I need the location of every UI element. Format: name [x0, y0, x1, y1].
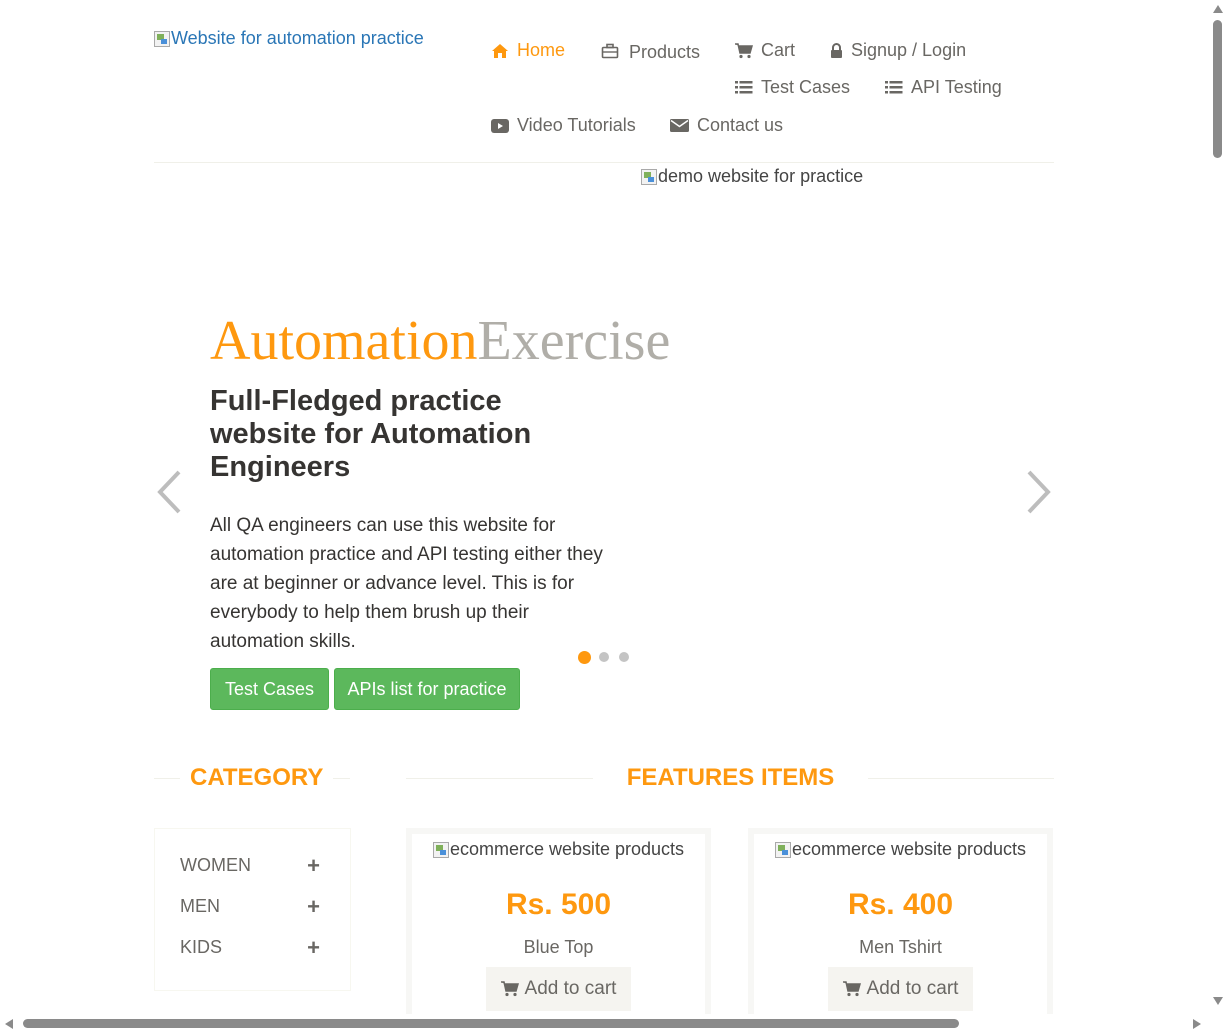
product-card: ecommerce website products Rs. 500 Blue … — [406, 828, 711, 1028]
briefcase-icon — [601, 43, 619, 58]
scroll-down-arrow-icon[interactable] — [1212, 996, 1224, 1006]
nav-cart[interactable]: Cart — [735, 40, 795, 61]
nav-video-tutorials[interactable]: Video Tutorials — [491, 115, 636, 136]
category-panel: WOMEN + MEN + KIDS + — [154, 828, 351, 991]
chevron-left-icon — [157, 470, 181, 514]
list-icon — [735, 81, 753, 94]
nav-test-cases-label: Test Cases — [761, 77, 851, 97]
product-card: ecommerce website products Rs. 400 Men T… — [748, 828, 1053, 1028]
nav-contact-us[interactable]: Contact us — [670, 115, 783, 136]
shopping-cart-icon — [500, 981, 519, 997]
lock-icon — [831, 42, 842, 58]
shopping-cart-icon — [842, 981, 861, 997]
product-image: ecommerce website products — [754, 839, 1047, 860]
nav-cart-label: Cart — [761, 40, 796, 60]
logo-alt-text: Website for automation practice — [171, 28, 424, 48]
category-title: CATEGORY — [180, 764, 334, 792]
product-name: Blue Top — [523, 937, 594, 957]
envelope-icon — [670, 119, 689, 132]
category-women-label: WOMEN — [180, 855, 251, 875]
nav-products-label: Products — [629, 42, 701, 62]
slider-image: demo website for practice — [641, 166, 863, 187]
scroll-left-arrow-icon[interactable] — [4, 1018, 14, 1030]
nav-products[interactable]: Products — [601, 40, 701, 62]
brand-part-exercise: Exercise — [477, 310, 671, 372]
category-kids[interactable]: KIDS + — [180, 936, 320, 958]
slider-next-arrow[interactable] — [1024, 468, 1054, 521]
scroll-up-arrow-icon[interactable] — [1212, 4, 1224, 14]
brand-part-automation: Automation — [210, 310, 478, 372]
nav-api-testing-label: API Testing — [911, 77, 1002, 97]
add-to-cart-label: Add to cart — [524, 978, 617, 999]
horizontal-scrollbar[interactable] — [0, 1014, 1227, 1032]
vertical-scroll-thumb[interactable] — [1213, 20, 1222, 158]
nav-contact-us-label: Contact us — [697, 115, 784, 135]
test-cases-button[interactable]: Test Cases — [210, 668, 329, 710]
broken-image-icon — [774, 841, 791, 858]
slide-description: All QA engineers can use this website fo… — [210, 515, 603, 652]
chevron-right-icon — [1027, 470, 1051, 514]
horizontal-scroll-thumb[interactable] — [23, 1019, 959, 1028]
product-price: Rs. 500 — [505, 888, 612, 921]
features-title: FEATURES ITEMS — [593, 764, 868, 792]
product-image: ecommerce website products — [412, 839, 705, 860]
slider-prev-arrow[interactable] — [154, 468, 184, 521]
category-men-label: MEN — [180, 896, 220, 916]
nav-home[interactable]: Home — [491, 40, 565, 61]
plus-icon[interactable]: + — [307, 895, 320, 917]
add-to-cart-label: Add to cart — [866, 978, 959, 999]
slider-indicator-2[interactable] — [599, 652, 609, 662]
category-kids-label: KIDS — [180, 937, 223, 957]
nav-api-testing[interactable]: API Testing — [885, 77, 1002, 98]
add-to-cart-button[interactable]: Add to cart — [828, 967, 973, 1011]
shopping-cart-icon — [735, 42, 753, 58]
category-women[interactable]: WOMEN + — [180, 854, 320, 876]
plus-icon[interactable]: + — [307, 854, 320, 876]
header-divider — [154, 162, 1054, 163]
broken-image-icon — [432, 841, 449, 858]
product-image-alt: ecommerce website products — [449, 839, 685, 859]
nav-test-cases[interactable]: Test Cases — [735, 77, 850, 98]
slide-heading: Full-Fledged practice website for Automa… — [210, 385, 532, 483]
slider-image-alt: demo website for practice — [658, 166, 864, 186]
nav-home-label: Home — [517, 40, 566, 60]
home-icon — [492, 43, 508, 58]
add-to-cart-button[interactable]: Add to cart — [486, 967, 631, 1011]
plus-icon[interactable]: + — [307, 936, 320, 958]
slider-indicator-1[interactable] — [578, 651, 591, 664]
product-name: Men Tshirt — [859, 937, 942, 957]
product-price: Rs. 400 — [847, 888, 954, 921]
scroll-right-arrow-icon[interactable] — [1192, 1018, 1202, 1030]
nav-signup-login[interactable]: Signup / Login — [830, 40, 966, 61]
broken-image-icon — [154, 30, 170, 47]
youtube-play-icon — [491, 118, 509, 133]
brand-title: AutomationExercise — [210, 308, 670, 374]
broken-image-icon — [641, 168, 657, 185]
site-logo[interactable]: Website for automation practice — [154, 28, 424, 49]
list-icon — [885, 81, 903, 94]
category-men[interactable]: MEN + — [180, 895, 320, 917]
product-image-alt: ecommerce website products — [791, 839, 1027, 859]
nav-video-tutorials-label: Video Tutorials — [517, 115, 636, 135]
slider-indicator-3[interactable] — [619, 652, 629, 662]
vertical-scrollbar[interactable] — [1209, 0, 1227, 1014]
nav-signup-login-label: Signup / Login — [851, 40, 967, 60]
apis-list-button[interactable]: APIs list for practice — [334, 668, 520, 710]
